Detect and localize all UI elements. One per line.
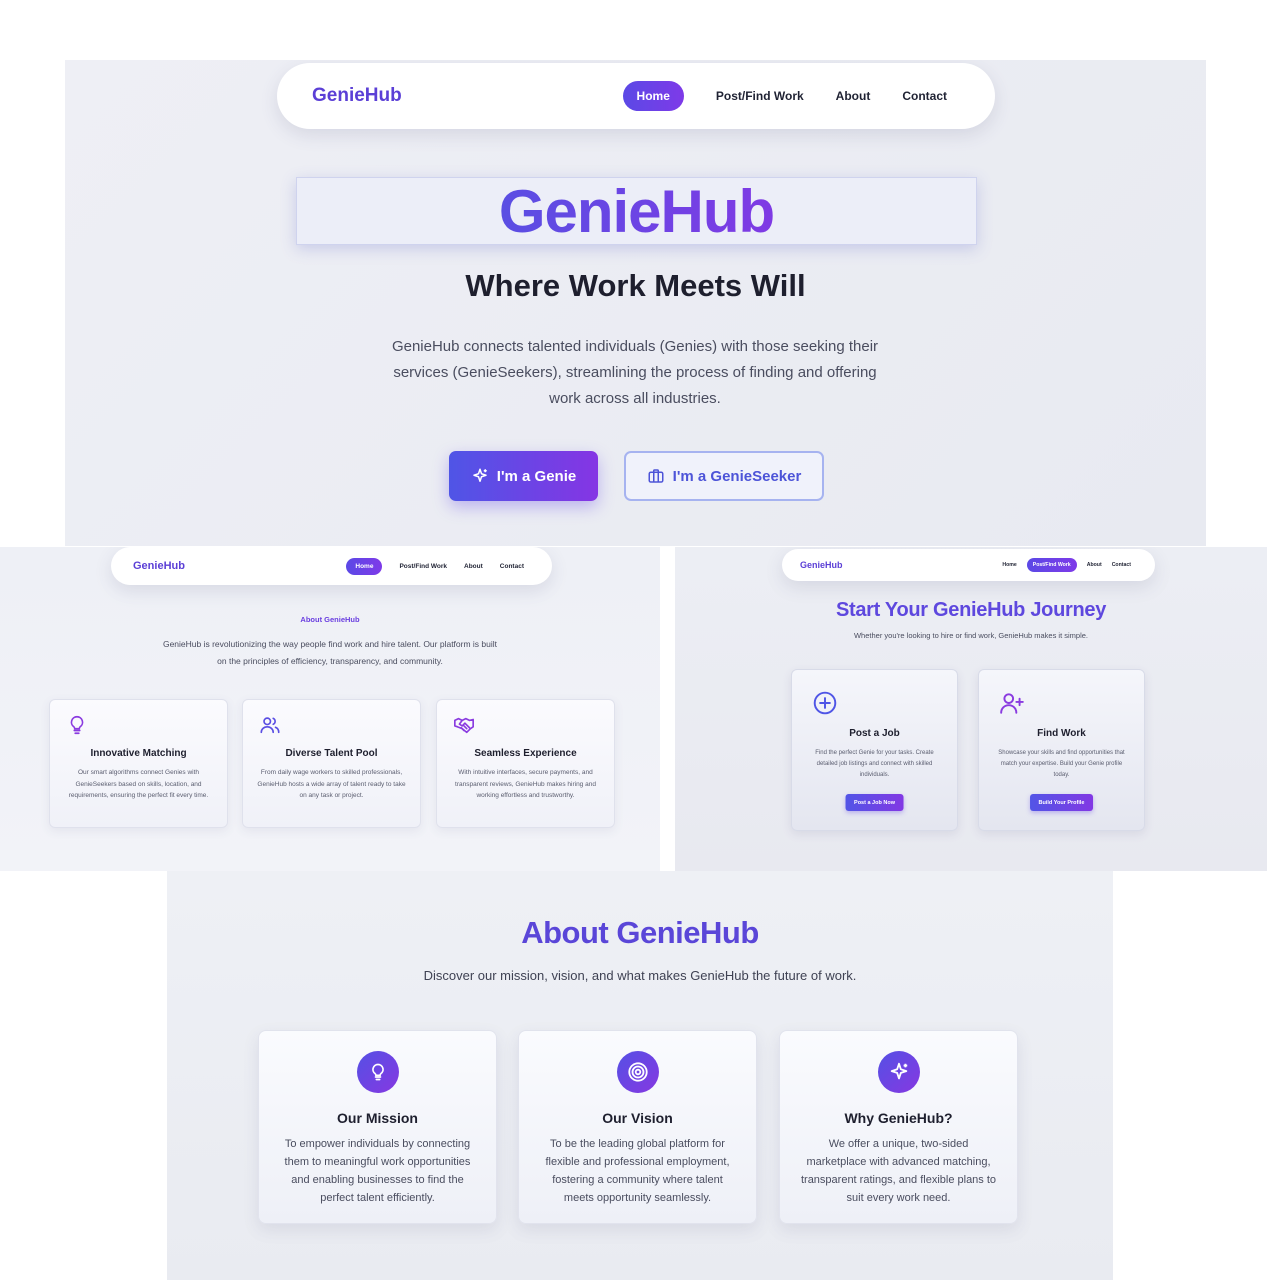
navbar: GenieHub Home Post/Find Work About Conta… [111,547,552,585]
hero-section: GenieHub Home Post/Find Work About Conta… [65,60,1206,546]
hero-description: GenieHub connects talented individuals (… [391,338,879,407]
card-text: Showcase your skills and find opportunit… [998,750,1125,778]
nav-link-about[interactable]: About [1087,562,1102,568]
nav-link-contact[interactable]: Contact [500,563,524,570]
im-a-genie-button[interactable]: I'm a Genie [449,451,598,501]
nav-logo[interactable]: GenieHub [312,85,402,107]
nav-link-contact[interactable]: Contact [1112,562,1131,568]
nav-links: Home Post/Find Work About Contact [622,81,947,111]
nav-link-home[interactable]: Home [622,81,684,111]
why-card: Why GenieHub? We offer a unique, two-sid… [779,1030,1018,1224]
sparkles-icon [473,468,487,482]
nav-logo[interactable]: GenieHub [800,560,843,570]
feature-text: From daily wage workers to skilled profe… [257,769,406,799]
about-subtitle: About GenieHub [300,615,360,624]
mission-section-title: About GenieHub [521,915,759,950]
nav-links: Home Post/Find Work About Contact [1002,558,1131,572]
users-icon [260,717,280,734]
feature-card: Seamless Experience With intuitive inter… [436,699,615,828]
briefcase-icon [648,469,664,483]
plus-circle-icon [813,691,837,715]
journey-subtitle: Whether you're looking to hire or find w… [853,631,1089,640]
hero-title: GenieHub [498,177,775,245]
navbar: GenieHub Home Post/Find Work About Conta… [782,549,1155,581]
nav-link-post-find-work[interactable]: Post/Find Work [399,563,447,570]
im-a-genieseeker-label: I'm a GenieSeeker [672,467,802,485]
mission-section-subtitle: Discover our mission, vision, and what m… [423,968,857,983]
nav-link-home[interactable]: Home [1002,562,1016,568]
card-text: Find the perfect Genie for your tasks. C… [815,750,934,778]
card-text: We offer a unique, two-sided marketplace… [800,1138,997,1204]
navbar: GenieHub Home Post/Find Work About Conta… [277,63,995,129]
about-features-section: GenieHub Home Post/Find Work About Conta… [0,547,660,871]
im-a-genieseeker-button[interactable]: I'm a GenieSeeker [624,451,824,501]
sparkles-icon [890,1062,907,1080]
nav-logo[interactable]: GenieHub [133,560,185,572]
nav-link-post-find-work[interactable]: Post/Find Work [716,89,804,103]
nav-link-about[interactable]: About [464,563,483,570]
nav-link-post-find-work[interactable]: Post/Find Work [1026,558,1077,572]
im-a-genie-label: I'm a Genie [496,467,577,485]
card-title: Why GenieHub? [844,1110,953,1126]
card-title: Our Mission [337,1110,418,1126]
mission-icon-circle [356,1051,399,1093]
hero-title-box: GenieHub [296,177,977,245]
journey-title: Start Your GenieHub Journey [835,599,1107,621]
nav-links: Home Post/Find Work About Contact [346,557,524,575]
card-text: To empower individuals by connecting the… [284,1138,471,1204]
build-your-profile-button[interactable]: Build Your Profile [1029,794,1094,811]
feature-title: Diverse Talent Pool [285,748,378,759]
feature-card: Diverse Talent Pool From daily wage work… [242,699,421,828]
card-title: Post a Job [849,728,900,739]
feature-text: Our smart algorithms connect Genies with… [68,769,209,799]
nav-link-about[interactable]: About [836,89,871,103]
vision-card: Our Vision To be the leading global plat… [518,1030,757,1224]
journey-section: GenieHub Home Post/Find Work About Conta… [675,547,1267,871]
feature-card: Innovative Matching Our smart algorithms… [49,699,228,828]
mission-section: About GenieHub Discover our mission, vis… [167,871,1113,1280]
lightbulb-icon [371,1063,384,1081]
feature-text: With intuitive interfaces, secure paymen… [455,769,596,799]
find-work-card: Find Work Showcase your skills and find … [978,669,1145,831]
target-icon [627,1062,648,1082]
card-title: Our Vision [602,1110,673,1126]
handshake-icon [454,717,474,734]
feature-title: Innovative Matching [90,748,187,759]
user-plus-icon [1000,693,1024,714]
lightbulb-icon [70,715,84,735]
why-icon-circle [877,1051,920,1093]
about-description: GenieHub is revolutionizing the way peop… [162,639,498,666]
hero-tagline: Where Work Meets Will [465,268,806,303]
card-title: Find Work [1037,728,1086,739]
card-text: To be the leading global platform for fl… [545,1138,730,1204]
nav-link-contact[interactable]: Contact [902,89,947,103]
post-job-card: Post a Job Find the perfect Genie for yo… [791,669,958,831]
nav-link-home[interactable]: Home [346,557,383,575]
feature-title: Seamless Experience [474,748,577,759]
vision-icon-circle [616,1051,659,1093]
mission-card: Our Mission To empower individuals by co… [258,1030,497,1224]
post-a-job-now-button[interactable]: Post a Job Now [845,794,904,811]
